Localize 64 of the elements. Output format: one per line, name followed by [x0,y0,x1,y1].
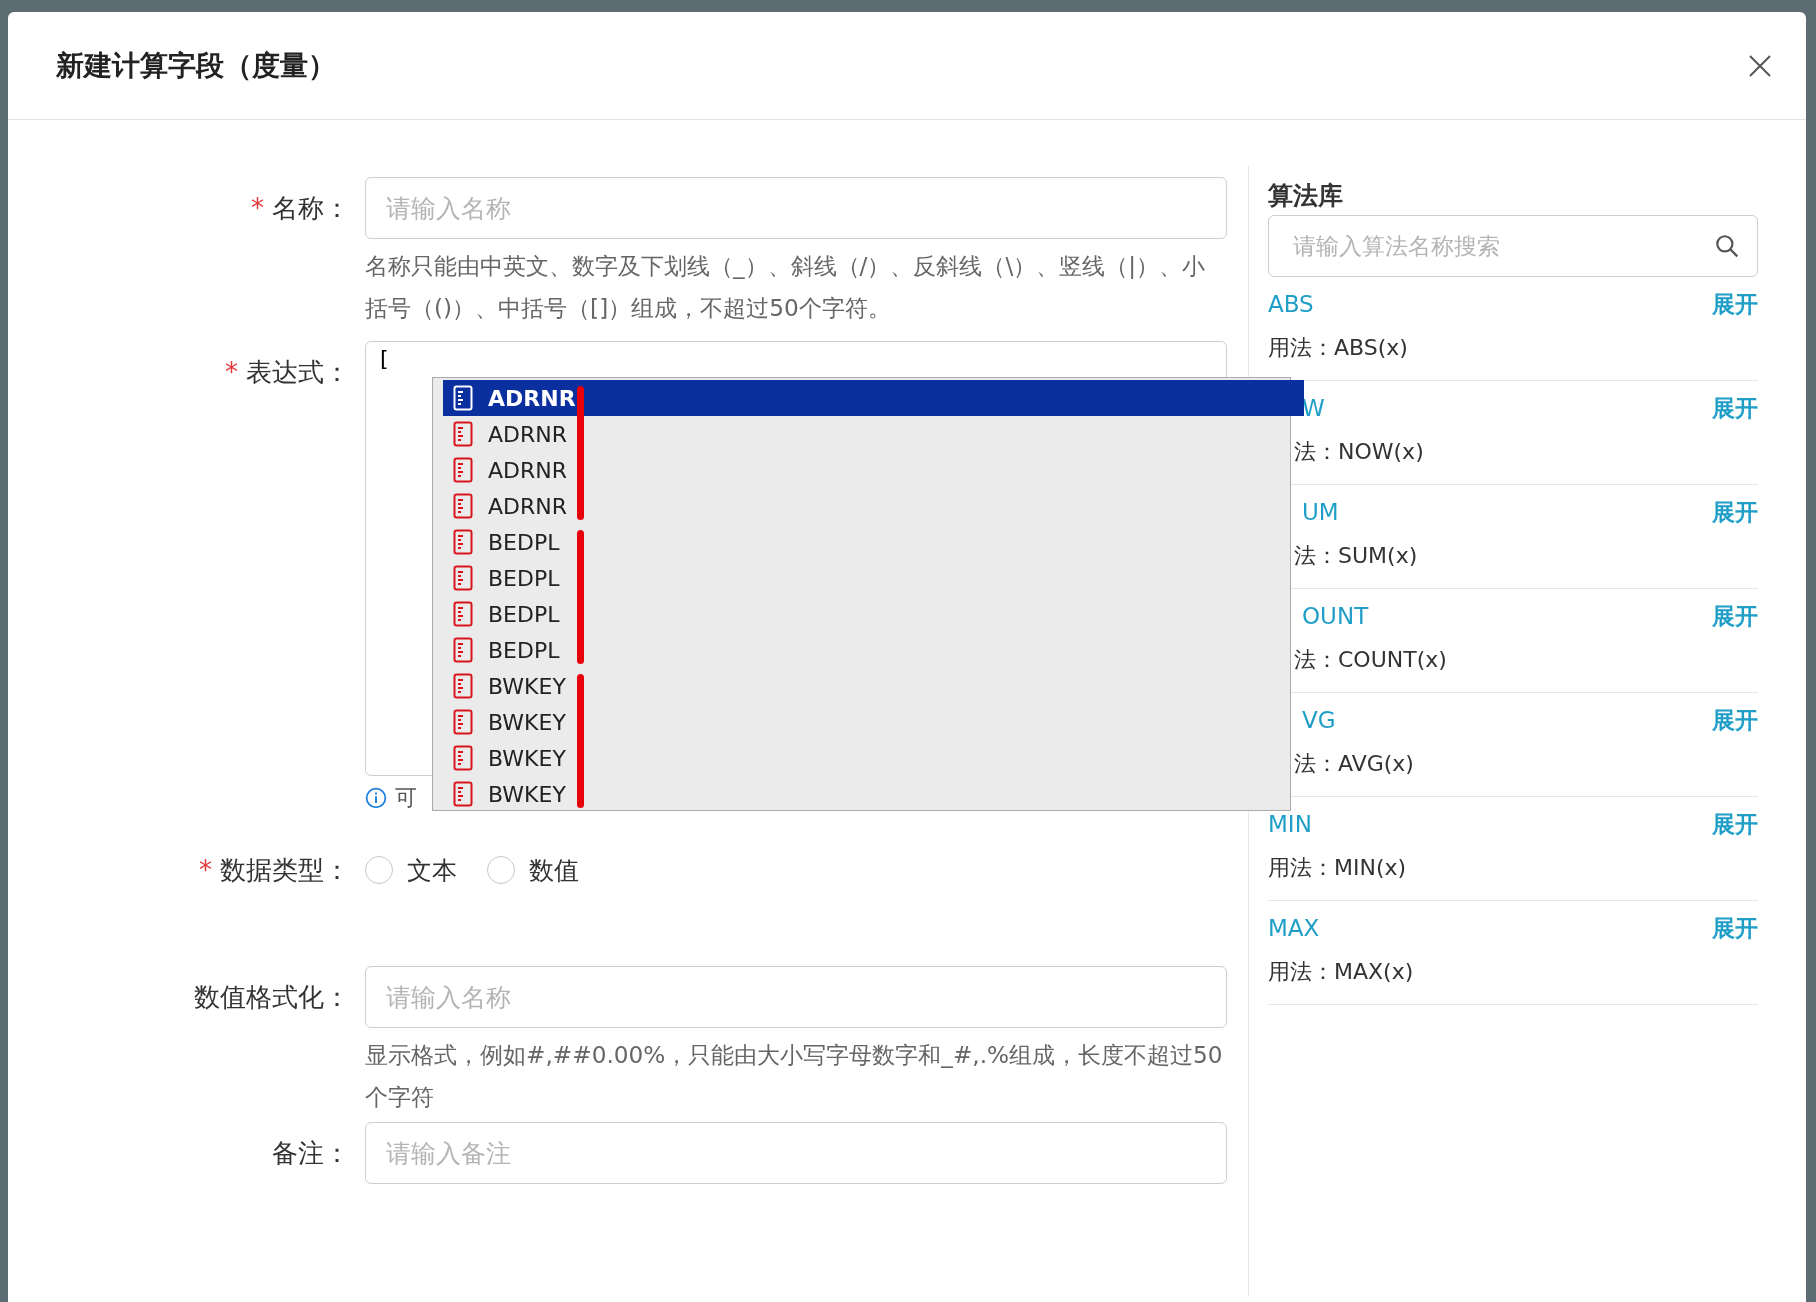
radio-button[interactable] [487,856,515,884]
field-icon [453,673,473,699]
field-icon [453,529,473,555]
field-icon [453,385,473,411]
function-name: ABS [1268,291,1314,317]
help-text: 名称只能由中英文、数字及下划线（_）、斜线（/）、反斜线（\）、竖线（|）、小括号（()）、中括号（[]）组成，不超过50个字符。 [365,251,1207,323]
function-name: W [1301,395,1325,421]
function-name: MAX [1268,915,1320,941]
autocomplete-item[interactable]: BWKEY [443,704,1290,740]
autocomplete-item[interactable]: ADRNR [443,452,1290,488]
function-usage: 用法：MIN(x) [1268,854,1408,882]
required-asterisk: * [251,193,264,223]
autocomplete-item[interactable]: ADRNR [443,488,1290,524]
field-icon [453,565,473,591]
function-name: MIN [1268,811,1312,837]
field-icon [453,493,473,519]
field-icon [453,601,473,627]
autocomplete-item[interactable]: ADRNR [443,416,1290,452]
required-asterisk: * [199,855,212,885]
field-label: 表达式： [246,355,350,389]
field-label: 名称： [272,191,350,225]
field-icon [453,421,473,447]
function-name: OUNT [1301,603,1369,629]
field-icon [453,457,473,483]
autocomplete-item[interactable]: BWKEY [443,776,1290,812]
function-usage: 用法：ABS(x) [1268,334,1409,362]
autocomplete-item[interactable]: BEDPL [443,596,1290,632]
field-label: 数据类型： [220,853,350,887]
autocomplete-item[interactable]: BWKEY [443,668,1290,704]
field-label: 备注： [272,1136,350,1170]
field-icon [453,745,473,771]
function-name: UM [1301,499,1339,525]
field-icon [453,709,473,735]
radio-label: 文本 [407,854,457,887]
radio-option[interactable]: 数值 [487,853,579,887]
function-name: VG [1301,707,1336,733]
close-icon[interactable] [1748,53,1772,78]
name-input-field[interactable]: 请输入名称 [365,177,1227,239]
field-icon [453,781,473,807]
radio-label: 数值 [529,854,579,887]
remark-input-field[interactable]: 请输入备注 [365,1122,1227,1184]
format-input-field[interactable]: 请输入名称 [365,966,1227,1028]
autocomplete-item[interactable]: ADRNR [443,380,1304,416]
autocomplete-item[interactable]: BEDPL [443,560,1290,596]
function-usage: 法：NOW(x) [1293,438,1425,466]
search-icon [1714,233,1740,259]
autocomplete-item[interactable]: BWKEY [443,740,1290,776]
required-asterisk: * [225,357,238,387]
field-icon [453,637,473,663]
radio-option[interactable]: 文本 [365,853,457,887]
function-usage: 法：AVG(x) [1293,750,1415,778]
radio-button[interactable] [365,856,393,884]
help-text: 显示格式，例如#,##0.00%，只能由大小写字母数字和_#,.%组成，长度不超过50个字符 [365,1040,1224,1112]
function-usage: 法：COUNT(x) [1293,646,1448,674]
function-usage: 法：SUM(x) [1293,542,1419,570]
function-usage: 用法：MAX(x) [1268,958,1415,986]
search-field[interactable]: 请输入算法名称搜索 [1268,215,1758,277]
library-title: 算法库 [1268,180,1344,212]
info-icon [365,787,387,809]
autocomplete-item[interactable]: BEDPL [443,524,1290,560]
field-label: 数值格式化： [194,980,350,1014]
autocomplete-item[interactable]: BEDPL [443,632,1290,668]
hint-text: 可 [395,784,417,812]
dialog-title: 新建计算字段（度量） [56,47,336,84]
